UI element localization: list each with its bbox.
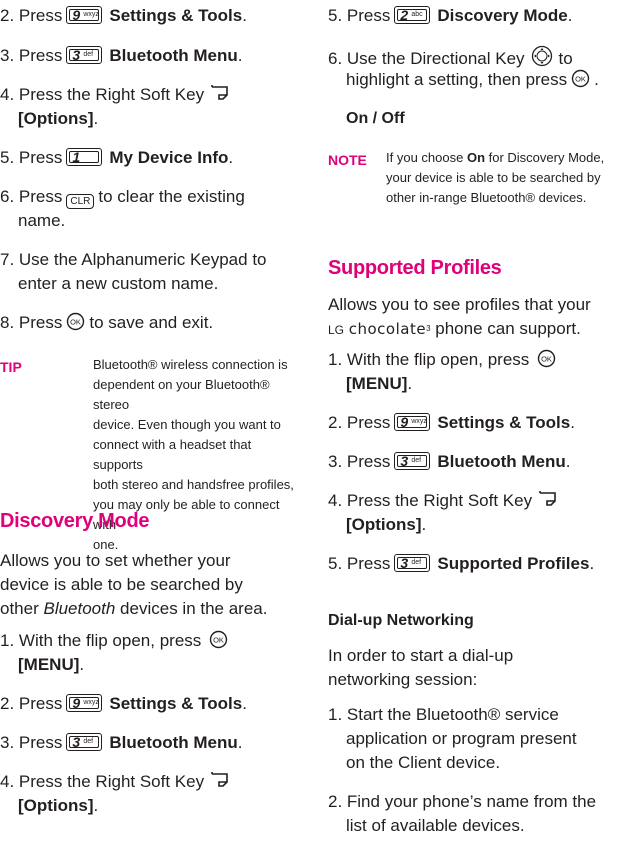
key-3-icon: 3 def: [66, 46, 103, 64]
step-directional-line2: highlight a setting, then press OK.: [346, 69, 599, 94]
right-soft-key-icon: [538, 490, 558, 514]
step-keypad-line2: enter a new custom name.: [18, 274, 219, 293]
profiles-step-bluetooth: 3. Press 3 def Bluetooth Menu.: [328, 452, 571, 471]
right-soft-key-icon: [210, 771, 230, 795]
options-label: [Options].: [18, 796, 99, 815]
on-off-options: On / Off: [346, 110, 405, 127]
options-label: [Options].: [346, 515, 427, 534]
options-label: [Options].: [18, 109, 99, 128]
key-9-icon: 9 wxyz: [66, 694, 103, 712]
step-right-soft-key: 4. Press the Right Soft Key: [0, 84, 230, 108]
chocolate-logo: chocolate: [348, 320, 427, 338]
svg-text:OK: OK: [70, 318, 81, 327]
svg-text:OK: OK: [213, 636, 224, 645]
step-my-device-info: 5. Press 1 My Device Info.: [0, 148, 234, 167]
profiles-step-settings: 2. Press 9 wxyz Settings & Tools.: [328, 413, 575, 432]
svg-text:OK: OK: [575, 75, 586, 84]
discovery-mode-heading: Discovery Mode: [0, 510, 150, 532]
step-clr: 6. Press CLR to clear the existing: [0, 187, 245, 209]
profiles-step-soft-key: 4. Press the Right Soft Key: [328, 490, 558, 514]
ok-key-icon: OK: [537, 349, 556, 374]
clr-key-icon: CLR: [66, 194, 95, 209]
key-3-icon: 3 def: [394, 452, 431, 470]
ok-key-icon: OK: [66, 312, 85, 337]
menu-label: [MENU].: [18, 655, 85, 674]
right-soft-key-icon: [210, 84, 230, 108]
key-9-icon: 9 wxyz: [66, 6, 103, 24]
key-1-icon: 1: [66, 148, 103, 166]
supported-profiles-heading: Supported Profiles: [328, 257, 502, 279]
note-label: NOTE: [328, 152, 367, 168]
profiles-step-supported: 5. Press 3 def Supported Profiles.: [328, 554, 595, 573]
step-bluetooth-menu: 3. Press 3 def Bluetooth Menu.: [0, 46, 243, 65]
step-save: 8. Press OK to save and exit.: [0, 312, 213, 337]
step-discovery-mode: 5. Press 2 abc Discovery Mode.: [328, 6, 573, 25]
step-settings-tools: 2. Press 9 wxyz Settings & Tools.: [0, 6, 247, 25]
dialup-heading: Dial-up Networking: [328, 612, 474, 629]
step-clr-line2: name.: [18, 211, 66, 230]
dialup-intro: In order to start a dial-up networking s…: [328, 646, 514, 689]
discovery-step-bluetooth: 3. Press 3 def Bluetooth Menu.: [0, 733, 243, 752]
dialup-step-1: 1. Start the Bluetooth® service applicat…: [328, 705, 577, 772]
key-3-icon: 3 def: [394, 554, 431, 572]
discovery-step-soft-key: 4. Press the Right Soft Key: [0, 771, 230, 795]
key-2-icon: 2 abc: [394, 6, 431, 24]
discovery-step-settings: 2. Press 9 wxyz Settings & Tools.: [0, 694, 247, 713]
profiles-description: Allows you to see profiles that your LG …: [328, 295, 591, 338]
note-text: If you choose On for Discovery Mode, you…: [386, 150, 605, 205]
menu-label: [MENU].: [346, 374, 413, 393]
discovery-step-flip: 1. With the flip open, press OK: [0, 630, 232, 655]
profiles-step-flip: 1. With the flip open, press OK: [328, 349, 560, 374]
svg-text:OK: OK: [541, 355, 552, 364]
discovery-description: Allows you to set whether your device is…: [0, 551, 268, 618]
ok-key-icon: OK: [209, 630, 228, 655]
key-9-icon: 9 wxyz: [394, 413, 431, 431]
step-keypad: 7. Use the Alphanumeric Keypad to: [0, 250, 267, 269]
tip-label: TIP: [0, 359, 22, 375]
key-3-icon: 3 def: [66, 733, 103, 751]
dialup-step-2: 2. Find your phone’s name from the list …: [328, 792, 597, 835]
ok-key-icon: OK: [571, 69, 590, 94]
